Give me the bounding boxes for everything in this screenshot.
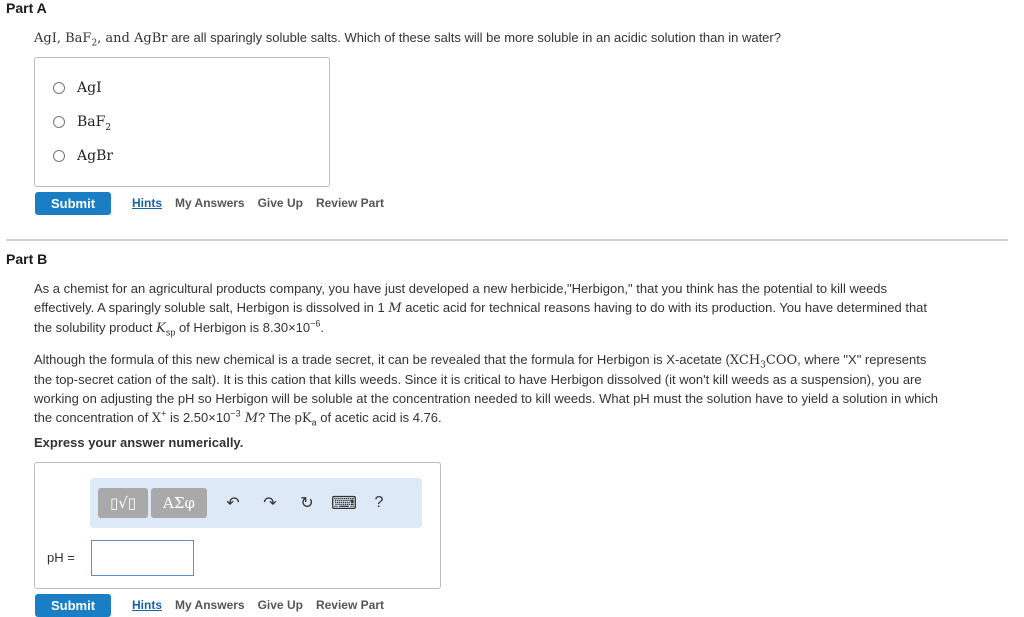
part-a-question: AgI, BaF2, and AgBr are all sparingly so… [34, 30, 781, 49]
choice-label: BaF2 [77, 114, 112, 133]
my-answers-link[interactable]: My Answers [175, 598, 245, 612]
choice-baf2[interactable]: BaF2 [53, 105, 329, 139]
redo-icon[interactable]: ↷ [258, 491, 282, 515]
give-up-link[interactable]: Give Up [258, 196, 303, 210]
review-part-link[interactable]: Review Part [316, 598, 384, 612]
submit-button[interactable]: Submit [35, 192, 111, 215]
choice-label: AgI [77, 80, 102, 96]
radio-button[interactable] [53, 82, 65, 94]
divider [6, 239, 1008, 241]
hints-link[interactable]: Hints [132, 598, 162, 612]
part-b-title: Part B [6, 251, 48, 267]
choice-label: AgBr [77, 148, 114, 164]
undo-icon[interactable]: ↶ [221, 491, 245, 515]
submit-button-part-b[interactable]: Submit [35, 594, 111, 617]
greek-symbols-button[interactable]: ΑΣφ [151, 488, 207, 518]
ph-label: pH = [47, 550, 75, 565]
templates-button[interactable]: ▯√▯ [98, 488, 148, 518]
part-b-paragraph-1: As a chemist for an agricultural product… [34, 281, 928, 338]
instruction: Express your answer numerically. [34, 435, 244, 450]
choice-box: AgI BaF2 AgBr [34, 57, 330, 187]
math-toolbar: ▯√▯ ΑΣφ ↶ ↷ ↻ ⌨ ? [90, 478, 422, 528]
keyboard-icon[interactable]: ⌨ [331, 491, 357, 515]
choice-agbr[interactable]: AgBr [53, 139, 329, 173]
help-icon[interactable]: ? [367, 491, 391, 515]
part-a-links: Hints My Answers Give Up Review Part [132, 196, 384, 210]
part-b-links: Hints My Answers Give Up Review Part [132, 598, 384, 612]
radio-button[interactable] [53, 150, 65, 162]
part-b-paragraph-2: Although the formula of this new chemica… [34, 352, 939, 428]
my-answers-link[interactable]: My Answers [175, 196, 245, 210]
choice-agi[interactable]: AgI [53, 71, 329, 105]
give-up-link[interactable]: Give Up [258, 598, 303, 612]
answer-box: ▯√▯ ΑΣφ ↶ ↷ ↻ ⌨ ? pH = [34, 462, 441, 589]
reset-icon[interactable]: ↻ [295, 491, 319, 515]
hints-link[interactable]: Hints [132, 196, 162, 210]
radio-button[interactable] [53, 116, 65, 128]
part-a-title: Part A [6, 0, 47, 16]
ph-input[interactable] [91, 540, 194, 576]
review-part-link[interactable]: Review Part [316, 196, 384, 210]
